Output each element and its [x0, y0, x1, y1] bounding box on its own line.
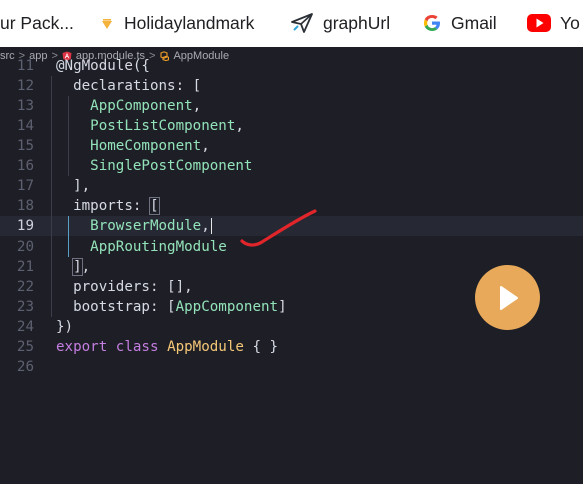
play-icon [499, 285, 518, 310]
line-number: 26 [16, 358, 34, 375]
line-number: 25 [16, 338, 34, 355]
code-text: , [192, 98, 202, 115]
annotation-checkmark [240, 209, 317, 247]
line-number: 16 [16, 158, 34, 175]
code-content: imports: [ [56, 196, 160, 216]
code-line[interactable]: 13 AppComponent, [0, 96, 583, 116]
code-content: @NgModule({ [56, 56, 150, 76]
code-text: , [201, 138, 210, 155]
bookmark-holidaylandmark[interactable]: Holidaylandmark [99, 0, 254, 46]
bookmark-label: Gmail [451, 12, 497, 33]
code-text: , [235, 118, 244, 135]
class-declaration-name: AppModule [167, 338, 244, 355]
line-number: 18 [16, 198, 34, 215]
code-text: bootstrap: [ [56, 298, 176, 315]
line-number: 21 [16, 258, 34, 275]
bookmark-label: graphUrl [323, 12, 391, 33]
line-number: 13 [16, 98, 34, 115]
code-text: }) [56, 318, 74, 335]
line-number: 17 [16, 178, 34, 195]
bookmark-packages[interactable]: ur Pack... [0, 0, 74, 46]
code-line[interactable]: 26 [0, 357, 583, 377]
text-cursor [210, 218, 212, 235]
line-number: 24 [16, 318, 34, 335]
indent-guide [68, 216, 70, 257]
indent-guide [68, 96, 70, 177]
class-name-token: AppComponent [90, 98, 193, 115]
code-content: HomeComponent, [56, 136, 210, 156]
code-content: ], [56, 257, 90, 277]
code-text: imports: [56, 198, 150, 215]
class-name-token: AppComponent [175, 298, 279, 315]
code-text: , [201, 218, 210, 235]
keyword-token: class [115, 338, 159, 355]
code-line[interactable]: 25 export class AppModule { } [0, 337, 583, 357]
class-name-token: HomeComponent [90, 138, 202, 155]
code-line[interactable]: 12 declarations: [ [0, 76, 583, 96]
code-line[interactable]: 14 PostListComponent, [0, 116, 583, 136]
code-text: { } [243, 338, 279, 355]
indent-guide [51, 76, 52, 317]
class-name-token: PostListComponent [90, 118, 236, 135]
line-number: 20 [16, 238, 34, 255]
code-text: ] [278, 298, 287, 315]
holidaylandmark-icon [99, 15, 115, 31]
code-text: providers: [], [56, 278, 193, 295]
code-text: @NgModule({ [56, 58, 150, 74]
code-content: providers: [], [56, 277, 193, 297]
bookmark-youtube[interactable]: Yo [527, 0, 580, 46]
class-name-token: AppRoutingModule [90, 238, 227, 255]
line-number: 22 [16, 278, 34, 295]
code-line[interactable]: 11 @NgModule({ [0, 56, 583, 76]
code-content: AppComponent, [56, 96, 201, 116]
youtube-icon [527, 14, 551, 32]
code-text: declarations: [ [56, 78, 202, 95]
bookmark-label: Yo [560, 12, 580, 33]
code-content: export class AppModule { } [56, 337, 278, 357]
bookmark-label: Holidaylandmark [124, 12, 255, 33]
paper-plane-icon [290, 12, 314, 34]
code-content: }) [56, 317, 73, 337]
code-line[interactable]: 15 HomeComponent, [0, 136, 583, 156]
line-number: 15 [16, 138, 34, 155]
code-content: BrowserModule, [56, 216, 212, 236]
matched-bracket: [ [149, 197, 160, 216]
code-text: ], [56, 178, 91, 195]
code-line[interactable]: 17 ], [0, 176, 583, 196]
bookmark-label: ur Pack... [0, 12, 74, 33]
code-text: , [81, 258, 91, 275]
line-number: 19 [16, 218, 34, 235]
line-number: 11 [16, 58, 34, 74]
class-name-token: BrowserModule [90, 218, 202, 235]
bookmark-graphurl[interactable]: graphUrl [290, 0, 390, 46]
class-name-token: SinglePostComponent [90, 158, 253, 175]
play-button[interactable] [475, 265, 540, 330]
line-number: 12 [16, 78, 34, 95]
code-content: AppRoutingModule [56, 237, 227, 257]
line-number: 23 [16, 298, 34, 315]
bookmark-gmail[interactable]: Gmail [422, 0, 497, 46]
code-content: PostListComponent, [56, 116, 244, 136]
bookmarks-bar: ur Pack... Holidaylandmark graphUrl Gmai… [0, 0, 583, 48]
code-content: ], [56, 176, 90, 196]
matched-bracket: ] [72, 257, 83, 276]
line-number: 14 [16, 118, 34, 135]
code-content: declarations: [ [56, 76, 201, 96]
code-line[interactable]: 16 SinglePostComponent [0, 156, 583, 176]
code-content: bootstrap: [AppComponent] [56, 297, 287, 317]
keyword-token: export [56, 338, 108, 355]
code-content: SinglePostComponent [56, 156, 252, 176]
google-icon [422, 13, 442, 33]
